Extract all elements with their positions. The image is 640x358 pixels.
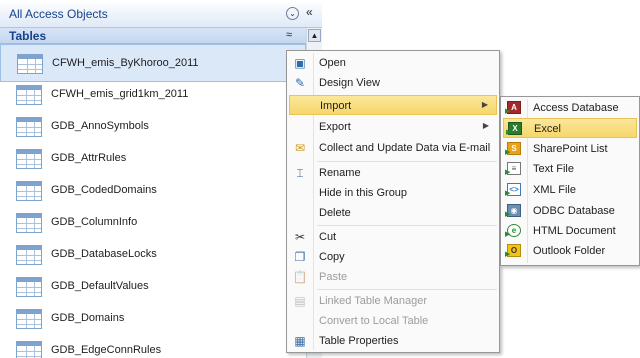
table-icon <box>16 213 42 233</box>
shutter-bar-close-icon[interactable]: « <box>306 5 313 19</box>
table-icon <box>16 277 42 297</box>
import-submenu: ▶ A Access Database ▶ X Excel ▶ S SharePoin… <box>500 96 640 266</box>
menu-item-delete[interactable]: Delete <box>289 203 497 223</box>
table-icon <box>16 309 42 329</box>
menu-item-label: SharePoint List <box>533 143 608 155</box>
open-icon: ▣ <box>294 56 306 70</box>
scissors-icon: ✂ <box>294 230 306 244</box>
table-icon <box>16 85 42 105</box>
nav-menu-chevron-icon[interactable]: ⌄ <box>286 7 299 20</box>
menu-item-label: Design View <box>319 77 380 89</box>
table-item-label: GDB_DefaultValues <box>51 280 149 292</box>
menu-item-label: Table Properties <box>319 335 399 347</box>
menu-item-label: Collect and Update Data via E-mail <box>319 142 491 154</box>
menu-item-label: Outlook Folder <box>533 245 606 257</box>
group-header-tables[interactable]: Tables ≈ <box>0 28 306 44</box>
menu-item-paste[interactable]: 📋 Paste <box>289 267 497 287</box>
rename-icon: ⌶ <box>296 166 304 180</box>
submenu-item-odbc-database[interactable]: ▶ ◉ ODBC Database <box>503 201 637 221</box>
table-icon <box>17 54 43 74</box>
menu-item-label: Rename <box>319 167 361 179</box>
submenu-item-outlook-folder[interactable]: ▶ O Outlook Folder <box>503 241 637 261</box>
menu-item-cut[interactable]: ✂ Cut <box>289 227 497 247</box>
odbc-icon: ▶ ◉ <box>505 203 522 219</box>
menu-item-label: Hide in this Group <box>319 187 408 199</box>
table-icon <box>16 341 42 358</box>
paste-icon: 📋 <box>292 270 308 284</box>
table-item-label: GDB_CodedDomains <box>51 184 157 196</box>
menu-item-import[interactable]: Import ▶ <box>289 95 497 115</box>
nav-title[interactable]: All Access Objects <box>9 7 108 21</box>
menu-item-collect-data[interactable]: ✉ Collect and Update Data via E-mail <box>289 138 497 158</box>
menu-item-label: Export <box>319 121 351 133</box>
menu-item-convert-to-local[interactable]: Convert to Local Table <box>289 311 497 331</box>
collapse-group-icon[interactable]: ≈ <box>286 29 292 41</box>
submenu-item-html-document[interactable]: ▶ e HTML Document <box>503 221 637 241</box>
menu-item-linked-table-manager[interactable]: ▤ Linked Table Manager <box>289 291 497 311</box>
menu-item-hide-in-group[interactable]: Hide in this Group <box>289 183 497 203</box>
menu-item-label: ODBC Database <box>533 205 615 217</box>
table-item-label: CFWH_emis_ByKhoroo_2011 <box>52 57 199 69</box>
table-item-label: GDB_EdgeConnRules <box>51 344 162 356</box>
text-file-icon: ▶ ≡ <box>505 161 522 177</box>
submenu-item-text-file[interactable]: ▶ ≡ Text File <box>503 159 637 179</box>
context-menu: ▣ Open ✎ Design View Import ▶ Export ▶ ✉… <box>286 50 500 353</box>
submenu-item-excel[interactable]: ▶ X Excel <box>503 118 637 138</box>
table-item-label: CFWH_emis_grid1km_2011 <box>51 88 189 100</box>
access-icon: ▶ A <box>505 100 522 116</box>
table-item-label: GDB_AttrRules <box>51 152 127 164</box>
table-item[interactable]: GDB_EdgeConnRules <box>0 332 306 358</box>
menu-item-label: Convert to Local Table <box>319 315 429 327</box>
table-item-label: GDB_DatabaseLocks <box>51 248 157 260</box>
table-icon <box>16 181 42 201</box>
table-item-label: GDB_Domains <box>51 312 125 324</box>
submenu-arrow-icon: ▶ <box>482 121 489 130</box>
menu-item-label: XML File <box>533 184 576 196</box>
submenu-item-access-database[interactable]: ▶ A Access Database <box>503 98 637 118</box>
table-item-label: GDB_ColumnInfo <box>51 216 138 228</box>
menu-item-label: Cut <box>319 231 337 243</box>
html-icon: ▶ e <box>505 223 522 239</box>
navigation-pane: All Access Objects ⌄ « Tables ≈ ▲ CFWH_e… <box>0 0 322 358</box>
menu-item-open[interactable]: ▣ Open <box>289 53 497 73</box>
menu-item-label: HTML Document <box>533 225 616 237</box>
menu-item-label: Text File <box>533 163 574 175</box>
menu-item-label: Delete <box>319 207 351 219</box>
email-collect-icon: ✉ <box>294 141 306 155</box>
submenu-arrow-icon: ▶ <box>481 100 488 109</box>
sharepoint-icon: ▶ S <box>505 141 522 157</box>
scroll-up-icon[interactable]: ▲ <box>308 29 321 42</box>
properties-icon: ▦ <box>294 334 306 348</box>
group-title: Tables <box>9 29 47 43</box>
table-icon <box>16 117 42 137</box>
menu-item-label: Access Database <box>533 102 619 114</box>
outlook-icon: ▶ O <box>505 243 522 259</box>
menu-item-label: Import <box>320 100 352 112</box>
xml-file-icon: ▶ <> <box>505 182 522 198</box>
menu-item-label: Open <box>319 57 346 69</box>
menu-item-label: Copy <box>319 251 345 263</box>
table-icon <box>16 245 42 265</box>
menu-item-label: Paste <box>319 271 348 283</box>
linked-table-icon: ▤ <box>294 294 306 308</box>
excel-icon: ▶ X <box>506 121 523 137</box>
copy-icon: ❐ <box>294 250 306 264</box>
menu-item-design-view[interactable]: ✎ Design View <box>289 73 497 93</box>
menu-item-label: Excel <box>534 123 561 135</box>
menu-item-label: Linked Table Manager <box>319 295 428 307</box>
submenu-item-sharepoint-list[interactable]: ▶ S SharePoint List <box>503 139 637 159</box>
menu-item-table-properties[interactable]: ▦ Table Properties <box>289 331 497 351</box>
menu-item-export[interactable]: Export ▶ <box>289 117 497 137</box>
nav-header[interactable]: All Access Objects ⌄ « <box>0 0 322 28</box>
menu-item-copy[interactable]: ❐ Copy <box>289 247 497 267</box>
design-view-icon: ✎ <box>294 76 306 90</box>
menu-item-rename[interactable]: ⌶ Rename <box>289 163 497 183</box>
table-icon <box>16 149 42 169</box>
submenu-item-xml-file[interactable]: ▶ <> XML File <box>503 180 637 200</box>
table-item-label: GDB_AnnoSymbols <box>51 120 149 132</box>
